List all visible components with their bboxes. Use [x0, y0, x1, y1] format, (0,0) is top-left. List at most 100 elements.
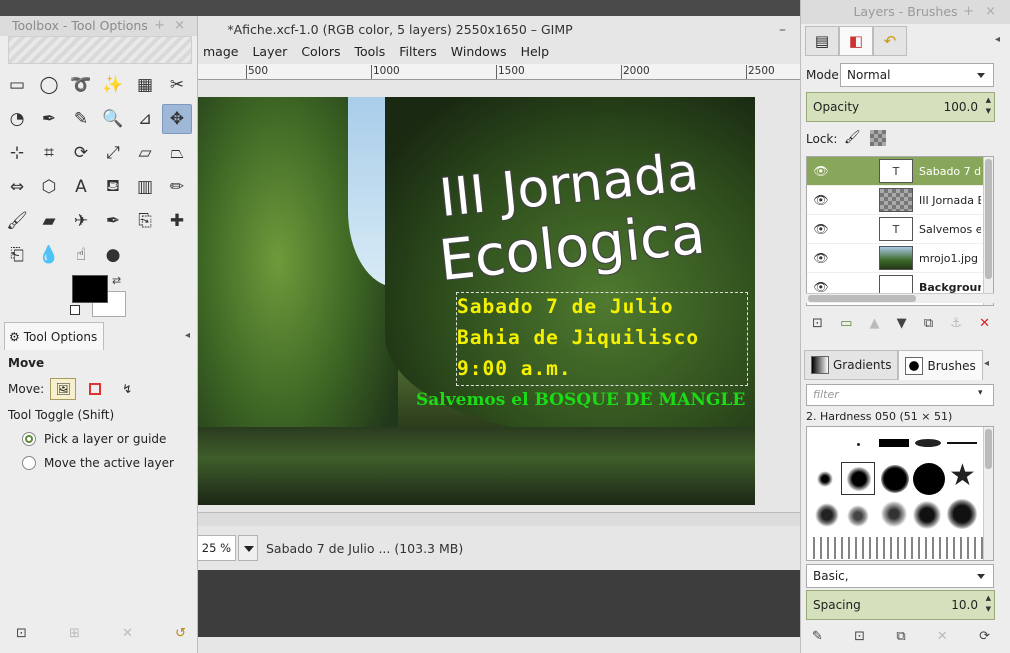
layer-row[interactable]: 👁 T Salvemos el: [807, 215, 993, 244]
scissors-tool-button[interactable]: ✂: [162, 70, 192, 100]
menu-layer[interactable]: Layer: [245, 42, 294, 62]
refresh-brushes-icon[interactable]: ⟳: [979, 629, 990, 644]
brush-hardness-100[interactable]: [913, 463, 945, 495]
new-brush-icon[interactable]: ⊡: [854, 629, 865, 644]
fuzzy-select-tool-button[interactable]: ✨: [98, 70, 128, 100]
tab-gradients[interactable]: Gradients: [804, 350, 899, 380]
menu-help[interactable]: Help: [514, 42, 557, 62]
pencil-tool-button[interactable]: ✏: [162, 172, 192, 202]
airbrush-tool-button[interactable]: ✈: [66, 206, 96, 236]
new-layer-group-icon[interactable]: ▭: [840, 316, 852, 331]
visibility-eye-icon[interactable]: 👁: [807, 164, 835, 178]
layer-row[interactable]: 👁 T Sabado 7 de: [807, 157, 993, 186]
smudge-tool-button[interactable]: ☝: [66, 240, 96, 270]
foreground-select-tool-button[interactable]: ◔: [2, 104, 32, 134]
delete-layer-icon[interactable]: ✕: [979, 316, 990, 331]
blend-tool-button[interactable]: ▥: [130, 172, 160, 202]
ellipse-select-tool-button[interactable]: ◯: [34, 70, 64, 100]
option-move-active[interactable]: Move the active layer: [8, 456, 193, 470]
horizontal-ruler[interactable]: 500 1000 1500 2000 2500: [196, 64, 800, 80]
menu-colors[interactable]: Colors: [294, 42, 347, 62]
toolbox-maximize-icon[interactable]: +: [154, 16, 165, 36]
move-selection-button[interactable]: [82, 378, 108, 400]
visibility-eye-icon[interactable]: 👁: [807, 222, 835, 236]
tab-undo-history[interactable]: ↶: [873, 26, 907, 56]
dock-close-icon[interactable]: ×: [985, 0, 996, 24]
move-layer-button[interactable]: 🖼: [50, 378, 77, 400]
clone-tool-button[interactable]: ⎘: [130, 206, 160, 236]
brush-splatter-1[interactable]: [815, 503, 839, 527]
scale-tool-button[interactable]: ⤢: [98, 138, 128, 168]
zoom-dropdown-button[interactable]: [238, 535, 258, 561]
visibility-eye-icon[interactable]: 👁: [807, 280, 835, 294]
radio-pick-layer[interactable]: [22, 432, 36, 446]
tab-tool-options[interactable]: ⚙ Tool Options: [4, 322, 105, 350]
tab-menu-icon[interactable]: ◂: [185, 330, 190, 341]
new-layer-icon[interactable]: ⊡: [812, 316, 823, 331]
menu-tools[interactable]: Tools: [347, 42, 392, 62]
flip-tool-button[interactable]: ⇔: [2, 172, 32, 202]
brush-ellipse[interactable]: [915, 439, 941, 447]
paintbrush-tool-button[interactable]: 🖌: [2, 206, 32, 236]
opacity-spinner[interactable]: Opacity 100.0 ▲ ▼: [806, 92, 995, 122]
radio-move-active[interactable]: [22, 456, 36, 470]
filter-dropdown-icon[interactable]: ▾: [978, 388, 983, 398]
brush-block[interactable]: [879, 439, 909, 447]
dock-titlebar[interactable]: Layers - Brushes + ×: [801, 0, 1010, 24]
tab-channels[interactable]: ◧: [839, 26, 873, 56]
color-select-tool-button[interactable]: ▦: [130, 70, 160, 100]
layers-vscroll[interactable]: [983, 157, 993, 305]
anchor-layer-icon[interactable]: ⚓: [950, 316, 962, 331]
lock-alpha-icon[interactable]: [870, 130, 886, 146]
perspective-tool-button[interactable]: ⏢: [162, 138, 192, 168]
shear-tool-button[interactable]: ▱: [130, 138, 160, 168]
free-select-tool-button[interactable]: ➰: [66, 70, 96, 100]
brush-preset-select[interactable]: Basic,: [806, 564, 994, 588]
move-tool-button[interactable]: ✥: [162, 104, 192, 134]
heal-tool-button[interactable]: ✚: [162, 206, 192, 236]
edit-brush-icon[interactable]: ✎: [812, 629, 823, 644]
dodge-burn-tool-button[interactable]: ●: [98, 240, 128, 270]
brush-splatter-4[interactable]: [913, 501, 941, 529]
zoom-field[interactable]: 25 %: [196, 535, 236, 561]
lock-pixels-icon[interactable]: 🖌: [844, 130, 861, 145]
raise-layer-icon[interactable]: ▲: [870, 316, 880, 331]
menu-image[interactable]: mage: [196, 42, 245, 62]
spacing-spinner[interactable]: Spacing 10.0 ▲ ▼: [806, 590, 995, 620]
layers-hscroll[interactable]: [806, 293, 994, 303]
layer-row[interactable]: 👁 mrojo1.jpg: [807, 244, 993, 273]
blur-tool-button[interactable]: 💧: [34, 240, 64, 270]
tab-layers[interactable]: ▤: [805, 26, 839, 56]
brush-texture-row[interactable]: [813, 537, 983, 559]
brushes-tab-menu-icon[interactable]: ◂: [984, 358, 989, 369]
cage-tool-button[interactable]: ⬡: [34, 172, 64, 202]
spacing-arrows-icon[interactable]: ▲ ▼: [986, 593, 991, 615]
visibility-eye-icon[interactable]: 👁: [807, 251, 835, 265]
brush-filter-input[interactable]: filter: [806, 384, 994, 406]
brush-hardness-075[interactable]: [881, 465, 909, 493]
restore-options-icon[interactable]: ⊞: [69, 626, 80, 641]
save-options-icon[interactable]: ⊡: [16, 626, 27, 641]
perspective-clone-tool-button[interactable]: ⎗: [2, 240, 32, 270]
poster-image[interactable]: III Jornada Ecologica Sabado 7 de Julio …: [198, 97, 755, 505]
brush-splatter-3[interactable]: [881, 501, 907, 527]
delete-options-icon[interactable]: ✕: [122, 626, 133, 641]
toolbox-titlebar[interactable]: Toolbox - Tool Options + ×: [0, 16, 197, 36]
lower-layer-icon[interactable]: ▼: [897, 316, 907, 331]
zoom-tool-button[interactable]: 🔍: [98, 104, 128, 134]
dock-maximize-icon[interactable]: +: [963, 0, 974, 24]
bucket-fill-tool-button[interactable]: ⛾: [98, 172, 128, 202]
measure-tool-button[interactable]: ⊿: [130, 104, 160, 134]
layer-row[interactable]: 👁 III Jornada Ec: [807, 186, 993, 215]
align-tool-button[interactable]: ⊹: [2, 138, 32, 168]
dock-tab-menu-icon[interactable]: ◂: [995, 34, 1000, 45]
brush-line[interactable]: [947, 442, 977, 444]
text-tool-button[interactable]: A: [66, 172, 96, 202]
ink-tool-button[interactable]: ✒: [98, 206, 128, 236]
color-picker-tool-button[interactable]: ✎: [66, 104, 96, 134]
duplicate-layer-icon[interactable]: ⧉: [924, 316, 933, 331]
rect-select-tool-button[interactable]: ▭: [2, 70, 32, 100]
crop-tool-button[interactable]: ⌗: [34, 138, 64, 168]
duplicate-brush-icon[interactable]: ⧉: [896, 629, 905, 644]
rotate-tool-button[interactable]: ⟳: [66, 138, 96, 168]
